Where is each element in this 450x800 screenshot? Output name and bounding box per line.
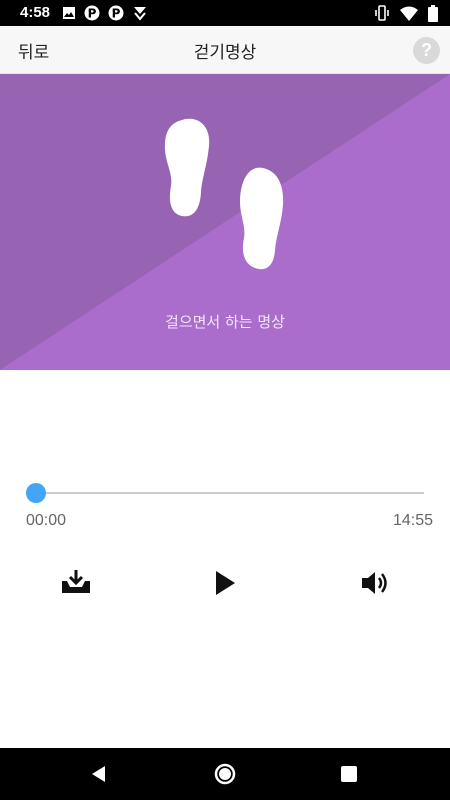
- wifi-icon: [400, 6, 418, 21]
- svg-text:P: P: [88, 7, 97, 21]
- back-icon: [92, 766, 105, 782]
- vibrate-icon: [375, 5, 389, 21]
- status-bar: 4:58 P P: [0, 0, 450, 26]
- status-time: 4:58: [20, 4, 51, 21]
- app-header: 뒤로 걷기명상 ?: [0, 26, 450, 74]
- volume-icon: [362, 572, 387, 594]
- banner-caption: 걸으면서 하는 명상: [165, 313, 285, 331]
- progress-track[interactable]: [36, 492, 424, 494]
- meditation-banner: 걸으면서 하는 명상: [0, 74, 450, 370]
- download-button[interactable]: [59, 566, 93, 600]
- cast-icon: [134, 7, 146, 21]
- notification-icons: P P: [62, 5, 148, 21]
- home-icon: [214, 763, 236, 785]
- progress-thumb[interactable]: [26, 483, 46, 503]
- recents-icon: [341, 766, 357, 782]
- p-icon: P: [108, 5, 124, 21]
- play-button[interactable]: [208, 566, 242, 600]
- page-title: 걷기명상: [193, 43, 257, 63]
- nav-recents-button[interactable]: [337, 762, 361, 786]
- total-time: 14:55: [392, 512, 433, 529]
- help-button[interactable]: ?: [413, 37, 440, 64]
- footprints-icon: [164, 118, 284, 270]
- nav-back-button[interactable]: [87, 762, 111, 786]
- system-icons: [374, 4, 438, 22]
- volume-button[interactable]: [358, 566, 392, 600]
- current-time: 00:00: [26, 512, 67, 529]
- svg-text:P: P: [112, 7, 121, 21]
- image-icon: [63, 7, 75, 19]
- battery-icon: [428, 4, 438, 22]
- download-icon: [62, 570, 90, 593]
- nav-home-button[interactable]: [213, 762, 237, 786]
- play-icon: [216, 571, 235, 595]
- p-icon: P: [84, 5, 100, 21]
- system-nav-bar: [0, 748, 450, 800]
